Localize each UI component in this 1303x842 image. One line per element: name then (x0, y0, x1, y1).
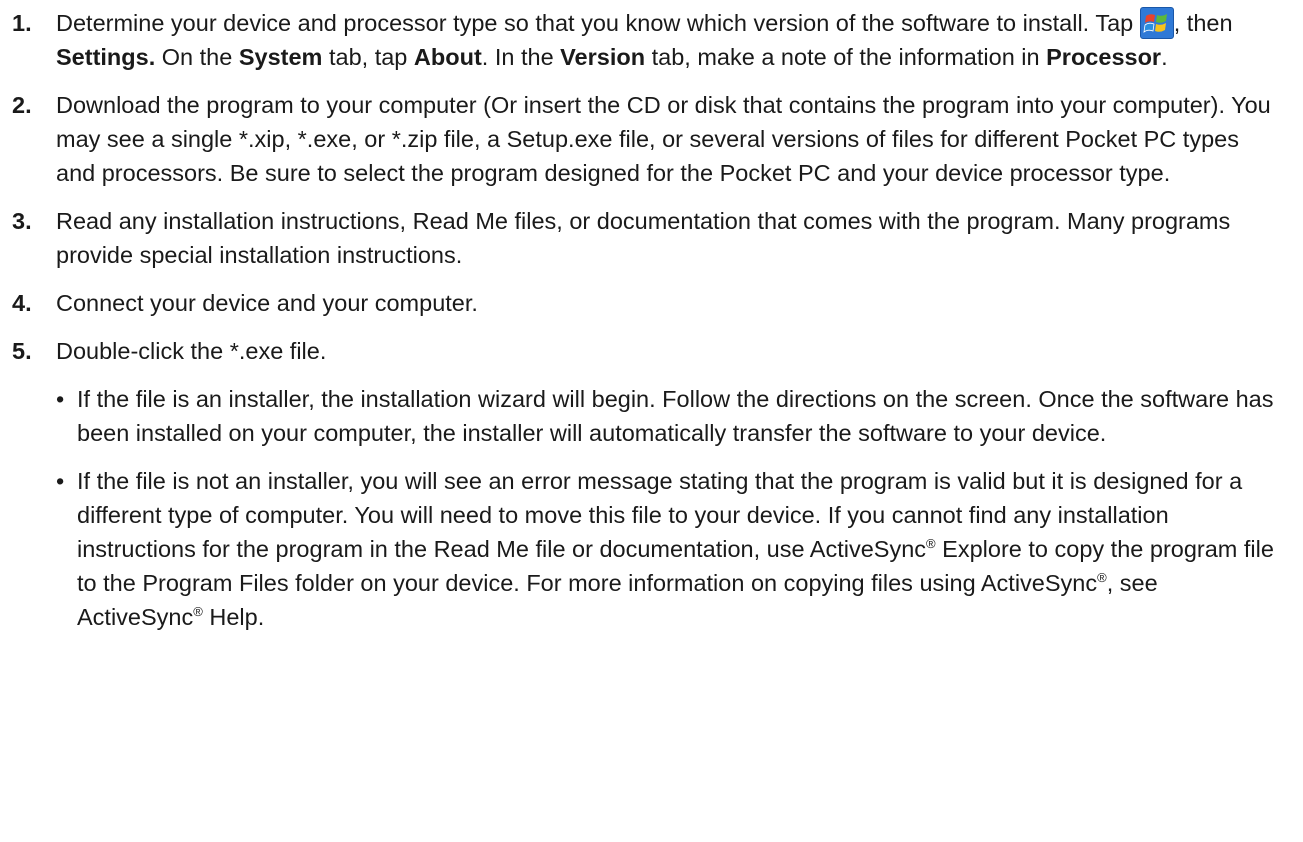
version-term: Version (560, 44, 646, 70)
step-number: 5. (12, 338, 32, 364)
step-2: 2. Download the program to your computer… (12, 88, 1282, 190)
step-text: Determine your device and processor type… (56, 10, 1140, 36)
bullet-text: If the file is an installer, the install… (77, 386, 1274, 446)
instructions-document: 1. Determine your device and processor t… (0, 0, 1282, 634)
bullet-installer: • If the file is an installer, the insta… (12, 382, 1282, 450)
step-4: 4. Connect your device and your computer… (12, 286, 1282, 320)
registered-mark: ® (1097, 570, 1107, 586)
step-1: 1. Determine your device and processor t… (12, 6, 1282, 74)
step-number: 4. (12, 290, 32, 316)
processor-term: Processor (1046, 44, 1162, 70)
step-text: Download the program to your computer (O… (56, 92, 1271, 186)
step-5: 5. Double-click the *.exe file. (12, 334, 1282, 368)
registered-mark: ® (193, 604, 203, 620)
step-text: Double-click the *.exe file. (56, 338, 327, 364)
system-term: System (238, 44, 323, 70)
registered-mark: ® (926, 536, 936, 552)
step-number: 3. (12, 208, 32, 234)
windows-start-icon (1139, 7, 1174, 39)
step-text: Read any installation instructions, Read… (56, 208, 1231, 268)
step-3: 3. Read any installation instructions, R… (12, 204, 1282, 272)
bullet-not-installer: • If the file is not an installer, you w… (12, 464, 1282, 634)
settings-term: Settings. (56, 44, 156, 70)
step-number: 1. (12, 10, 32, 36)
about-term: About (413, 44, 482, 70)
step-text: Connect your device and your computer. (56, 290, 478, 316)
bullet-dot: • (56, 468, 65, 494)
bullet-dot: • (56, 386, 65, 412)
step-number: 2. (12, 92, 32, 118)
